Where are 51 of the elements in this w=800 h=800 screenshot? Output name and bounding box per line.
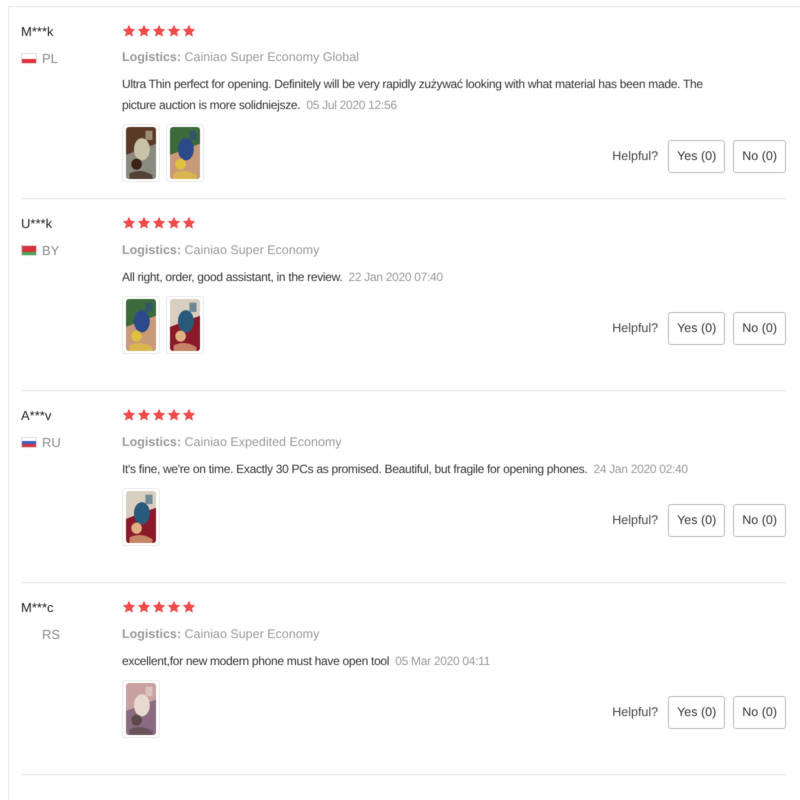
filled-star-icon (137, 600, 151, 614)
no-vote-button[interactable]: No (0) (733, 140, 786, 172)
filled-star-icon (182, 408, 196, 422)
reviewer-name: U***k (21, 216, 52, 231)
yes-vote-button[interactable]: Yes (0) (668, 312, 726, 344)
filled-star-icon (122, 600, 136, 614)
filled-star-icon (152, 24, 166, 38)
reviewer-name: A***v (21, 408, 52, 423)
flag-icon (21, 53, 37, 64)
flag-icon (21, 245, 37, 256)
filled-star-icon (152, 408, 166, 422)
filled-star-icon (167, 600, 181, 614)
helpful-label: Helpful? (612, 321, 658, 335)
filled-star-icon (152, 216, 166, 230)
yes-vote-button[interactable]: Yes (0) (668, 140, 726, 172)
logistics-info: Logistics: Cainiao Super Economy (122, 627, 320, 641)
country-code: BY (42, 243, 60, 258)
filled-star-icon (182, 24, 196, 38)
filled-star-icon (122, 24, 136, 38)
filled-star-icon (122, 216, 136, 230)
flag-icon (21, 437, 37, 448)
review-text: Ultra Thin perfect for opening. Definitely will be very rapidly zużywać looking with what material has been made. The picture auction is more solidniejsze. 05 Jul 2020 12:56 (122, 76, 704, 114)
country-code: PL (42, 51, 58, 66)
filled-star-icon (167, 216, 181, 230)
logistics-info: Logistics: Cainiao Expedited Economy (122, 435, 342, 449)
review-text: It's fine, we're on time. Exactly 30 PCs as promised. Beautiful, but fragile for opening phones. 24 Jan 2020 02:40 (122, 461, 689, 478)
filled-star-icon (167, 408, 181, 422)
filled-star-icon (122, 408, 136, 422)
filled-star-icon (182, 216, 196, 230)
no-vote-button[interactable]: No (0) (733, 504, 786, 536)
review-text: excellent,for new modern phone must have open tool 05 Mar 2020 04:11 (122, 653, 491, 670)
country-code: RU (42, 435, 61, 450)
logistics-info: Logistics: Cainiao Super Economy Global (122, 50, 359, 64)
yes-vote-button[interactable]: Yes (0) (668, 696, 726, 728)
review-text: All right, order, good assistant, in the review. 22 Jan 2020 07:40 (122, 269, 444, 286)
logistics-info: Logistics: Cainiao Super Economy (122, 243, 320, 257)
filled-star-icon (137, 216, 151, 230)
reviewer-name: M***c (21, 600, 54, 615)
country-code: RS (42, 627, 60, 642)
filled-star-icon (182, 600, 196, 614)
reviewer-name: M***k (21, 24, 54, 39)
no-vote-button[interactable]: No (0) (733, 312, 786, 344)
helpful-label: Helpful? (612, 705, 658, 719)
no-vote-button[interactable]: No (0) (733, 696, 786, 728)
filled-star-icon (167, 24, 181, 38)
filled-star-icon (137, 24, 151, 38)
helpful-label: Helpful? (612, 513, 658, 527)
filled-star-icon (152, 600, 166, 614)
filled-star-icon (137, 408, 151, 422)
helpful-label: Helpful? (612, 149, 658, 163)
yes-vote-button[interactable]: Yes (0) (668, 504, 726, 536)
